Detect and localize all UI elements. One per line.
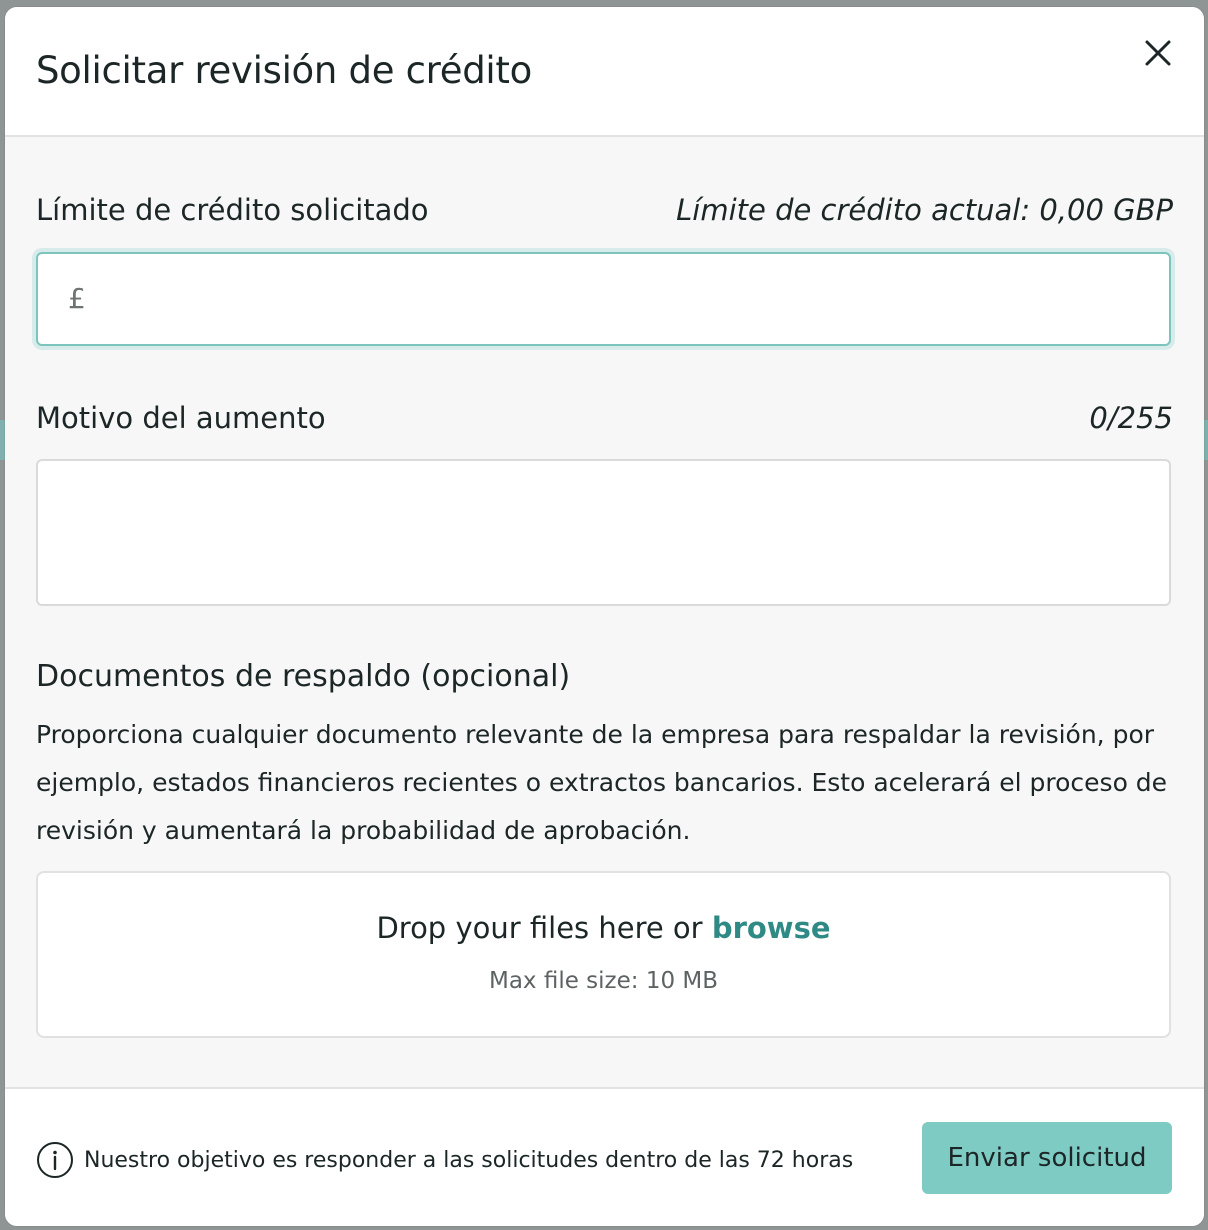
documents-heading: Documentos de respaldo (opcional) [36, 659, 571, 694]
info-icon [37, 1142, 73, 1178]
modal-title: Solicitar revisión de crédito [36, 49, 532, 92]
reason-label-row: Motivo del aumento 0/255 [36, 401, 1173, 435]
browse-link[interactable]: browse [712, 911, 831, 945]
modal-header: Solicitar revisión de crédito [5, 7, 1204, 137]
reason-textarea[interactable] [36, 459, 1171, 606]
char-counter: 0/255 [1089, 401, 1173, 435]
credit-review-modal: Solicitar revisión de crédito Límite de … [5, 7, 1204, 1226]
dropzone-text-row: Drop your files here or browse [38, 911, 1169, 945]
credit-limit-input[interactable] [108, 254, 1152, 346]
submit-request-button[interactable]: Enviar solicitud [922, 1122, 1172, 1194]
dropzone-text: Drop your files here or [376, 911, 703, 945]
credit-limit-field[interactable]: £ [36, 252, 1171, 346]
credit-limit-label-row: Límite de crédito solicitado Límite de c… [36, 193, 1173, 227]
reason-label: Motivo del aumento [36, 401, 326, 435]
response-time-note: Nuestro objetivo es responder a las soli… [84, 1147, 854, 1173]
close-button[interactable] [1138, 33, 1178, 73]
close-icon [1145, 40, 1171, 66]
current-limit-text: Límite de crédito actual: 0,00 GBP [676, 193, 1173, 227]
credit-limit-label: Límite de crédito solicitado [36, 193, 429, 227]
modal-footer: Nuestro objetivo es responder a las soli… [5, 1087, 1204, 1226]
footer-info: Nuestro objetivo es responder a las soli… [36, 1141, 853, 1179]
documents-description: Proporciona cualquier documento relevant… [36, 720, 1168, 845]
file-dropzone[interactable]: Drop your files here or browse Max file … [36, 871, 1171, 1038]
currency-symbol: £ [68, 282, 86, 315]
max-file-size: Max file size: 10 MB [488, 968, 719, 994]
